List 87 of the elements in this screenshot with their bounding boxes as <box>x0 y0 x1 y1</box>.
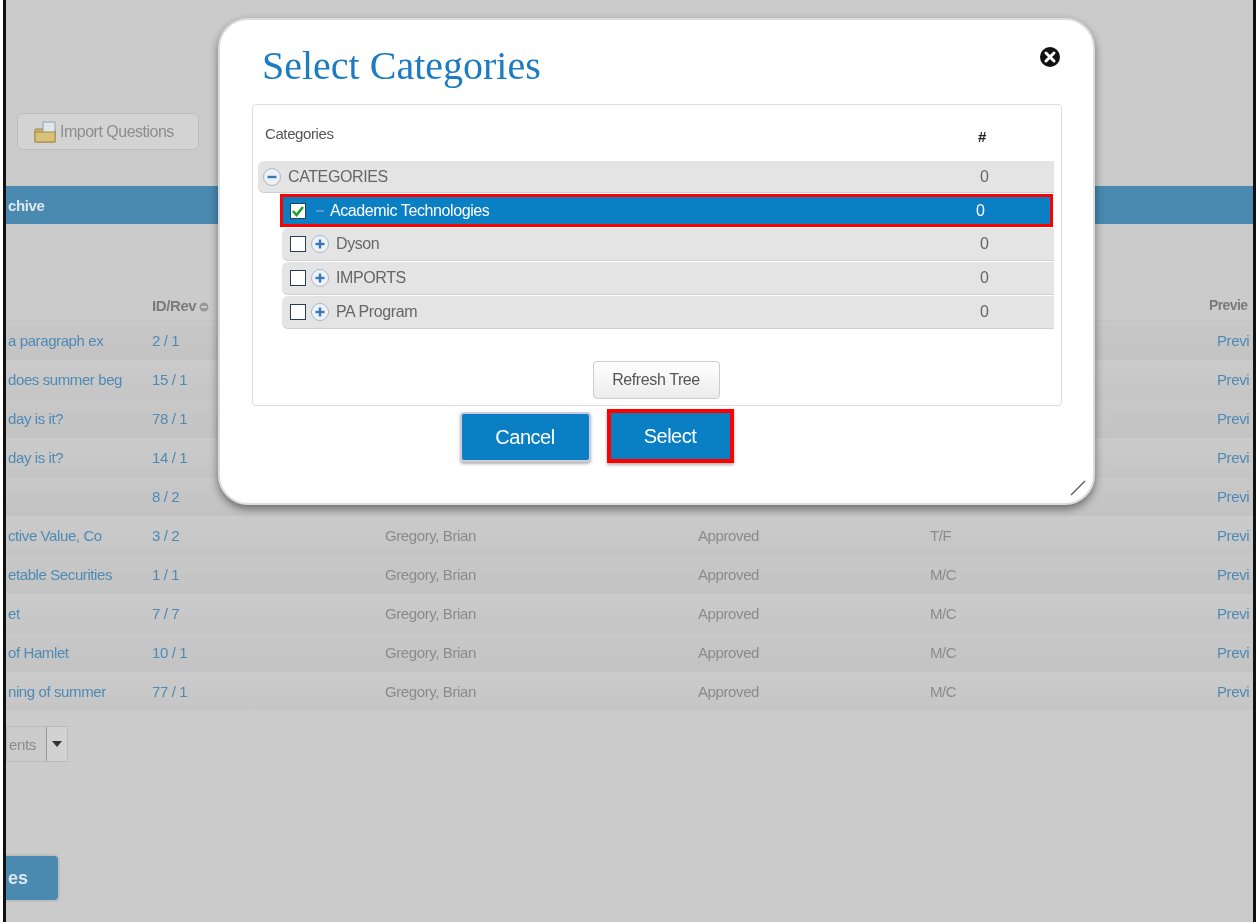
page-size-select[interactable]: ents <box>6 726 68 762</box>
question-link[interactable]: day is it? <box>8 448 64 466</box>
question-link[interactable]: etable Securities <box>8 565 113 583</box>
import-questions-button[interactable]: Import Questions <box>17 113 199 150</box>
table-cell: M/C <box>930 643 957 661</box>
dialog-title: Select Categories <box>261 42 541 86</box>
refresh-tree-button[interactable]: Refresh Tree <box>592 361 720 399</box>
preview-link[interactable]: Previ <box>1217 370 1250 388</box>
column-header: # <box>978 126 986 145</box>
table-cell: Gregory, Brian <box>385 526 476 544</box>
question-link[interactable]: 77 / 1 <box>152 682 188 700</box>
tree-label: PA Program <box>336 303 419 321</box>
column-header[interactable]: Previe <box>1209 297 1248 313</box>
tree-row[interactable]: PA Program 0 <box>282 296 1054 329</box>
question-link[interactable]: does summer beg <box>8 370 123 388</box>
table-cell: Gregory, Brian <box>385 565 476 583</box>
preview-link[interactable]: Previ <box>1217 526 1250 544</box>
cancel-button[interactable]: Cancel <box>459 412 591 462</box>
tree-label: CATEGORIES <box>288 167 389 186</box>
table-cell: Gregory, Brian <box>385 604 476 622</box>
preview-link[interactable]: Previ <box>1217 409 1250 427</box>
question-link[interactable]: 10 / 1 <box>152 643 188 661</box>
section-title: chive <box>8 196 45 214</box>
question-link[interactable]: 8 / 2 <box>152 487 180 505</box>
question-link[interactable]: et <box>8 604 20 622</box>
preview-link[interactable]: Previ <box>1217 604 1250 622</box>
checkbox[interactable] <box>290 304 306 320</box>
resize-grip-icon <box>1069 479 1087 497</box>
question-link[interactable]: 2 / 1 <box>152 331 180 349</box>
preview-link[interactable]: Previ <box>1217 448 1250 466</box>
preview-link[interactable]: Previ <box>1217 487 1250 505</box>
table-cell: Gregory, Brian <box>385 682 476 700</box>
tree-count: 0 <box>980 269 990 287</box>
close-icon <box>1037 44 1063 70</box>
table-cell: M/C <box>930 682 957 700</box>
tree-label: IMPORTS <box>336 269 407 287</box>
column-header: Categories <box>265 124 334 142</box>
table-cell: Approved <box>698 565 759 583</box>
check-icon <box>291 204 305 217</box>
question-link[interactable]: 3 / 2 <box>152 526 180 544</box>
preview-link[interactable]: Previ <box>1217 643 1250 661</box>
question-link[interactable]: ning of summer <box>8 682 106 700</box>
question-link[interactable]: 78 / 1 <box>152 409 188 427</box>
expand-icon <box>310 302 330 322</box>
collapse-icon <box>262 166 282 187</box>
question-link[interactable]: day is it? <box>8 409 64 427</box>
question-link[interactable]: 14 / 1 <box>152 448 188 466</box>
select-button[interactable]: Select <box>606 409 734 463</box>
table-cell: M/C <box>930 604 957 622</box>
table-cell: Approved <box>698 526 759 544</box>
folder-icon <box>34 120 58 143</box>
expand-icon <box>310 268 330 288</box>
tree-label: Academic Technologies <box>330 201 491 220</box>
preview-link[interactable]: Previ <box>1217 682 1250 700</box>
question-link[interactable]: ctive Value, Co <box>8 526 102 544</box>
tree-count: 0 <box>980 167 990 186</box>
caret-icon <box>52 741 62 747</box>
tree-label: Dyson <box>336 235 381 253</box>
tree-count: 0 <box>980 303 990 321</box>
question-link[interactable]: of Hamlet <box>8 643 69 661</box>
expand-icon <box>310 234 330 254</box>
question-link[interactable]: 15 / 1 <box>152 370 188 388</box>
close-button[interactable] <box>1037 44 1063 70</box>
table-cell: Approved <box>698 604 759 622</box>
table-cell: Gregory, Brian <box>385 643 476 661</box>
checkbox[interactable] <box>290 236 306 252</box>
question-link[interactable]: 1 / 1 <box>152 565 180 583</box>
table-cell: Approved <box>698 643 759 661</box>
tree-row[interactable]: Dyson 0 <box>282 228 1054 261</box>
checkbox[interactable] <box>290 270 306 286</box>
column-header[interactable]: ID/Rev <box>152 296 197 314</box>
question-link[interactable]: 7 / 7 <box>152 604 180 622</box>
question-link[interactable]: a paragraph ex <box>8 331 104 349</box>
sort-icon <box>199 301 210 312</box>
checkbox[interactable] <box>290 202 306 219</box>
action-button[interactable]: es <box>6 854 60 902</box>
tree-row[interactable]: IMPORTS 0 <box>282 262 1054 295</box>
dash-icon <box>316 209 324 212</box>
tree-row[interactable]: Academic Technologies 0 <box>280 194 1053 227</box>
tree-row[interactable]: CATEGORIES 0 <box>258 161 1054 193</box>
preview-link[interactable]: Previ <box>1217 565 1250 583</box>
table-cell: M/C <box>930 565 957 583</box>
preview-link[interactable]: Previ <box>1217 331 1250 349</box>
tree-count: 0 <box>976 201 986 220</box>
table-cell: Approved <box>698 682 759 700</box>
tree-count: 0 <box>980 235 990 253</box>
table-cell: T/F <box>930 526 952 544</box>
